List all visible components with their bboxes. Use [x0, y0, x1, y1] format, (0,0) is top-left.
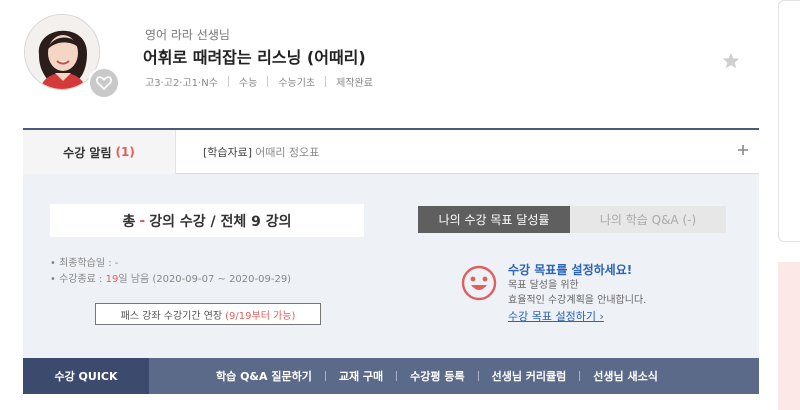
course-status-area: 총 - 강의 수강 / 전체 9 강의 • 최종학습일 : - • 수강종료 :… — [23, 174, 759, 358]
goal-title: 수강 목표를 설정하세요! — [508, 263, 633, 277]
notice-category: [학습자료] — [203, 146, 253, 159]
quick-link-news[interactable]: 선생님 새소식 — [593, 368, 658, 384]
notice-message[interactable]: [학습자료] 어때리 정오표 — [203, 130, 319, 174]
quick-link-review[interactable]: 수강평 등록 — [410, 368, 464, 384]
course-tags: 고3·고2·고1·N수 수능 수능기초 제작완료 — [145, 74, 373, 89]
tag-level: 수능기초 — [278, 78, 316, 89]
bookmark-course-button[interactable] — [722, 52, 740, 73]
course-end-info: • 수강종료 : 19일 남음 (2020-09-07 ~ 2020-09-29… — [50, 274, 292, 285]
divider — [396, 371, 398, 381]
plus-icon — [738, 145, 748, 155]
tab-course-notice[interactable]: 수강 알림 (1) — [23, 130, 176, 174]
study-info-list: • 최종학습일 : - • 수강종료 : 19일 남음 (2020-09-07 … — [50, 256, 291, 288]
last-study-date: • 최종학습일 : - — [50, 258, 119, 269]
total-text: 강의 수강 / 전체 9 강의 — [149, 213, 292, 230]
course-panel: 수강 알림 (1) [학습자료] 어때리 정오표 총 - 강의 수강 / 전체 … — [23, 128, 759, 394]
favorite-teacher-button[interactable] — [88, 67, 120, 99]
quick-link-curriculum[interactable]: 선생님 커리큘럼 — [492, 368, 567, 384]
goal-description: 목표 달성을 위한 효율적인 수강계획을 안내합니다. — [508, 280, 647, 306]
days-left: 19 — [105, 274, 119, 285]
total-prefix: 총 — [122, 213, 136, 230]
tab-goal-achievement[interactable]: 나의 수강 목표 달성률 — [418, 206, 570, 233]
heart-icon — [96, 76, 112, 90]
tab-my-qa[interactable]: 나의 학습 Q&A (-) — [570, 206, 726, 233]
divider — [579, 371, 581, 381]
notice-row: 수강 알림 (1) [학습자료] 어때리 정오표 — [23, 128, 759, 174]
tag-status: 제작완료 — [336, 78, 373, 89]
star-icon — [722, 52, 740, 69]
teacher-name: 영어 라라 선생님 — [145, 28, 230, 42]
quick-links: 학습 Q&A 질문하기 교재 구매 수강평 등록 선생님 커리큘럼 선생님 새소… — [216, 358, 658, 394]
tag-grade: 고3·고2·고1·N수 — [145, 78, 218, 89]
divider — [324, 371, 326, 381]
quick-label: 수강 QUICK — [23, 358, 149, 394]
extend-label: 패스 강좌 수강기간 연장 — [120, 310, 223, 322]
notice-text: 어때리 정오표 — [255, 146, 320, 159]
lecture-progress-summary: 총 - 강의 수강 / 전체 9 강의 — [50, 204, 364, 237]
completed-count: - — [139, 212, 146, 229]
side-menu-card — [778, 0, 800, 242]
side-banner[interactable] — [778, 262, 800, 410]
set-goal-link[interactable]: 수강 목표 설정하기 › — [508, 308, 604, 324]
extend-note: (9/19부터 가능) — [225, 310, 296, 322]
expand-notice-button[interactable] — [737, 140, 749, 162]
quick-link-qa[interactable]: 학습 Q&A 질문하기 — [216, 368, 312, 384]
notice-count-badge: (1) — [115, 145, 135, 159]
divider — [477, 371, 479, 381]
quick-link-textbook[interactable]: 교재 구매 — [339, 368, 383, 384]
notice-tab-label: 수강 알림 — [63, 145, 112, 160]
extend-period-button[interactable]: 패스 강좌 수강기간 연장 (9/19부터 가능) — [95, 303, 321, 325]
divider — [325, 76, 327, 87]
course-title: 어휘로 때려잡는 리스닝 (어때리) — [143, 48, 366, 67]
divider — [267, 76, 269, 87]
quick-bar: 수강 QUICK 학습 Q&A 질문하기 교재 구매 수강평 등록 선생님 커리… — [23, 358, 759, 394]
tag-exam: 수능 — [238, 78, 258, 89]
smiley-icon — [461, 265, 497, 305]
divider — [227, 76, 229, 87]
